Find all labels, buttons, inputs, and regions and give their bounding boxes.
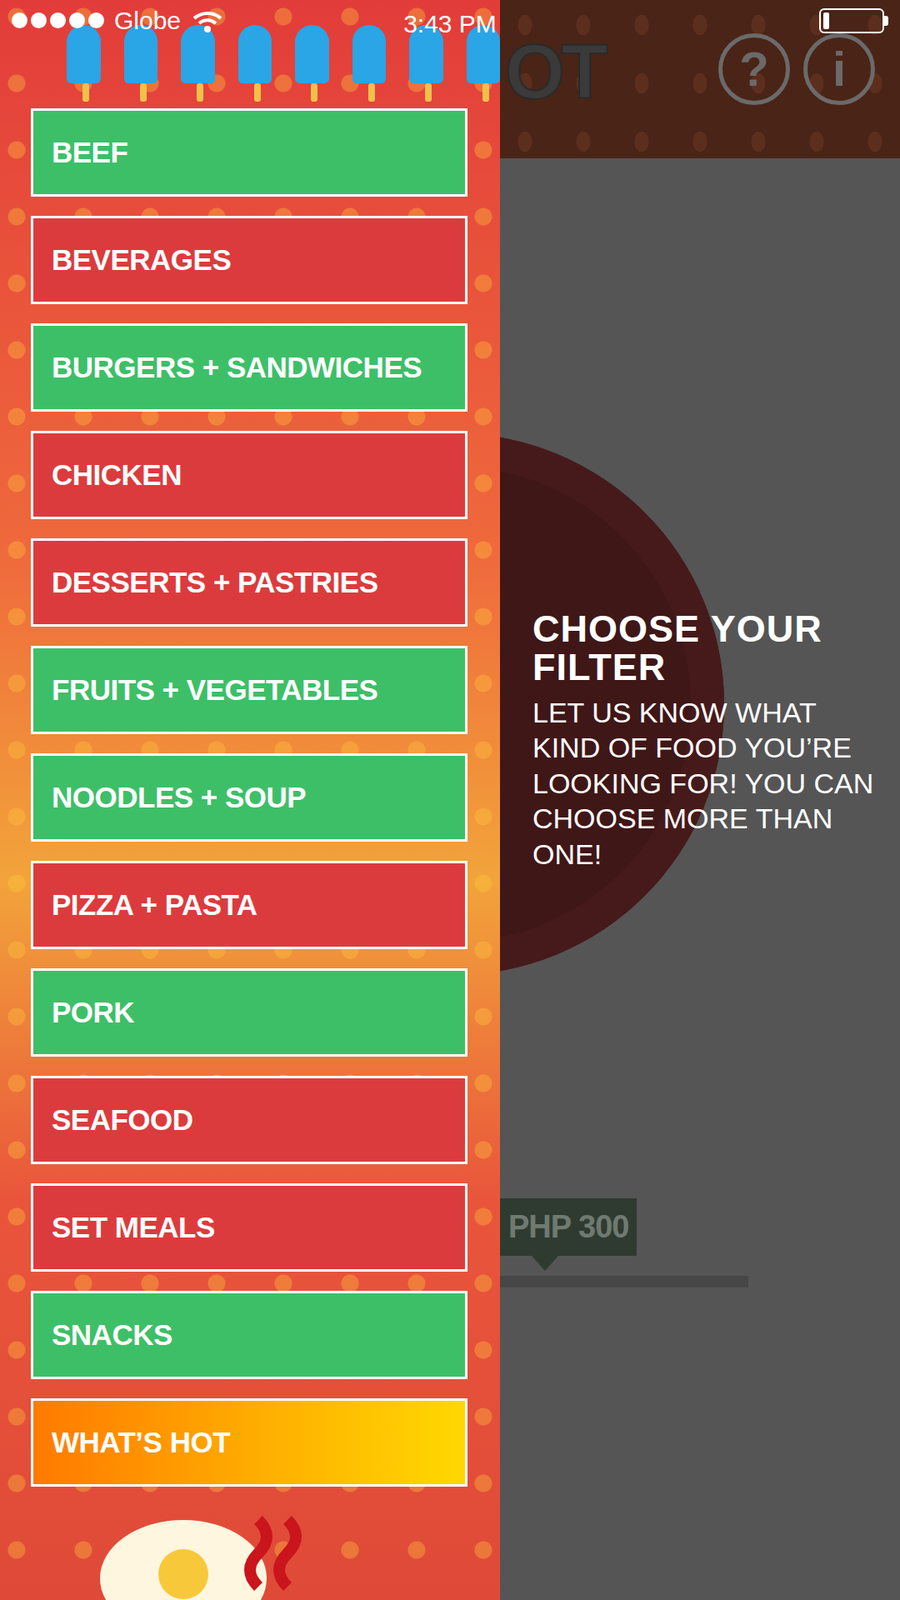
filter-label: SET MEALS [51, 1211, 215, 1245]
info-button[interactable]: i [803, 33, 875, 105]
price-track [500, 1275, 749, 1288]
header-buttons: ?i [718, 33, 875, 105]
signal-dot [11, 12, 28, 29]
filter-item[interactable]: PORK [30, 968, 468, 1057]
help-button[interactable]: ? [718, 33, 790, 105]
filter-list: BEEF BEVERAGES BURGERS + SANDWICHES CHICKEN… [0, 108, 500, 1487]
filter-item[interactable]: BEVERAGES [30, 215, 468, 305]
app-header: OT?i [500, 0, 900, 159]
popsicle-icon [466, 25, 501, 84]
filter-label: SNACKS [51, 1319, 173, 1352]
popsicle-icon [238, 25, 273, 84]
hint-title: CHOOSE YOUR FILTER [532, 610, 885, 687]
popsicle-icon [66, 25, 101, 84]
battery [819, 8, 889, 34]
battery-fill [823, 12, 830, 30]
signal-dot [50, 12, 66, 29]
filter-item[interactable]: DESSERTS + PASTRIES [30, 538, 468, 627]
filter-item[interactable]: BEEF [30, 108, 468, 197]
popsicle-icon [180, 25, 215, 84]
app-logo: OT [505, 33, 605, 110]
egg-icon [91, 1511, 309, 1600]
filter-item[interactable]: PIZZA + PASTA [30, 860, 468, 950]
filter-label: BURGERS + SANDWICHES [51, 351, 422, 385]
egg-icon [91, 1511, 500, 1600]
status-bar: Globe3:43 PM [0, 0, 900, 41]
content-overlay: OT?iCHOOSE YOUR FILTERLET US KNOW WHAT K… [500, 0, 900, 1600]
hint-body: LET US KNOW WHAT KIND OF FOOD YOU’RE LOO… [532, 695, 885, 873]
filter-item[interactable]: BURGERS + SANDWICHES [30, 323, 468, 412]
filter-label: CHICKEN [51, 459, 182, 492]
filter-label: BEEF [51, 136, 128, 170]
battery-icon [819, 8, 885, 34]
filter-label: NOODLES + SOUP [51, 781, 306, 815]
popsicle-icon [409, 25, 444, 84]
filter-hint: CHOOSE YOUR FILTER LET US KNOW WHAT KIND … [500, 158, 900, 872]
filter-label: FRUITS + VEGETABLES [51, 674, 378, 707]
wifi-icon [190, 8, 225, 34]
status-time: 3:43 PM [0, 5, 900, 43]
filter-item[interactable]: SET MEALS [30, 1183, 468, 1272]
filter-label: SEAFOOD [51, 1104, 194, 1137]
wifi-icon [190, 8, 225, 34]
popsicle-icon [295, 25, 330, 84]
signal-dot [88, 12, 105, 29]
filter-item[interactable]: CHICKEN [30, 430, 468, 520]
app-screen: Globe3:43 PM BEEF BEVERAGES BURGERS + SANDW… [0, 0, 900, 1600]
filter-item[interactable]: WHAT’S HOT [30, 1398, 468, 1487]
filter-label: PIZZA + PASTA [51, 889, 258, 922]
battery-nub [884, 15, 889, 26]
filter-panel: BEEF BEVERAGES BURGERS + SANDWICHES CHICKEN… [0, 0, 500, 1600]
filter-item[interactable]: NOODLES + SOUP [30, 753, 468, 842]
filter-label: BEVERAGES [51, 244, 231, 277]
filter-label: DESSERTS + PASTRIES [51, 566, 378, 600]
signal-dot [30, 12, 47, 29]
filter-label: PORK [51, 996, 135, 1030]
filter-item[interactable]: SNACKS [30, 1290, 468, 1380]
filter-label: WHAT’S HOT [51, 1426, 230, 1460]
carrier-label: Globe [114, 1, 181, 40]
price-slider: PHP 300 [500, 1198, 900, 1288]
price-tag: PHP 300 [500, 1198, 637, 1256]
filter-item[interactable]: FRUITS + VEGETABLES [30, 645, 468, 735]
filter-item[interactable]: SEAFOOD [30, 1075, 468, 1165]
popsicle-icon [352, 25, 387, 84]
signal-dot [69, 12, 85, 29]
status-left: Globe [11, 1, 225, 40]
